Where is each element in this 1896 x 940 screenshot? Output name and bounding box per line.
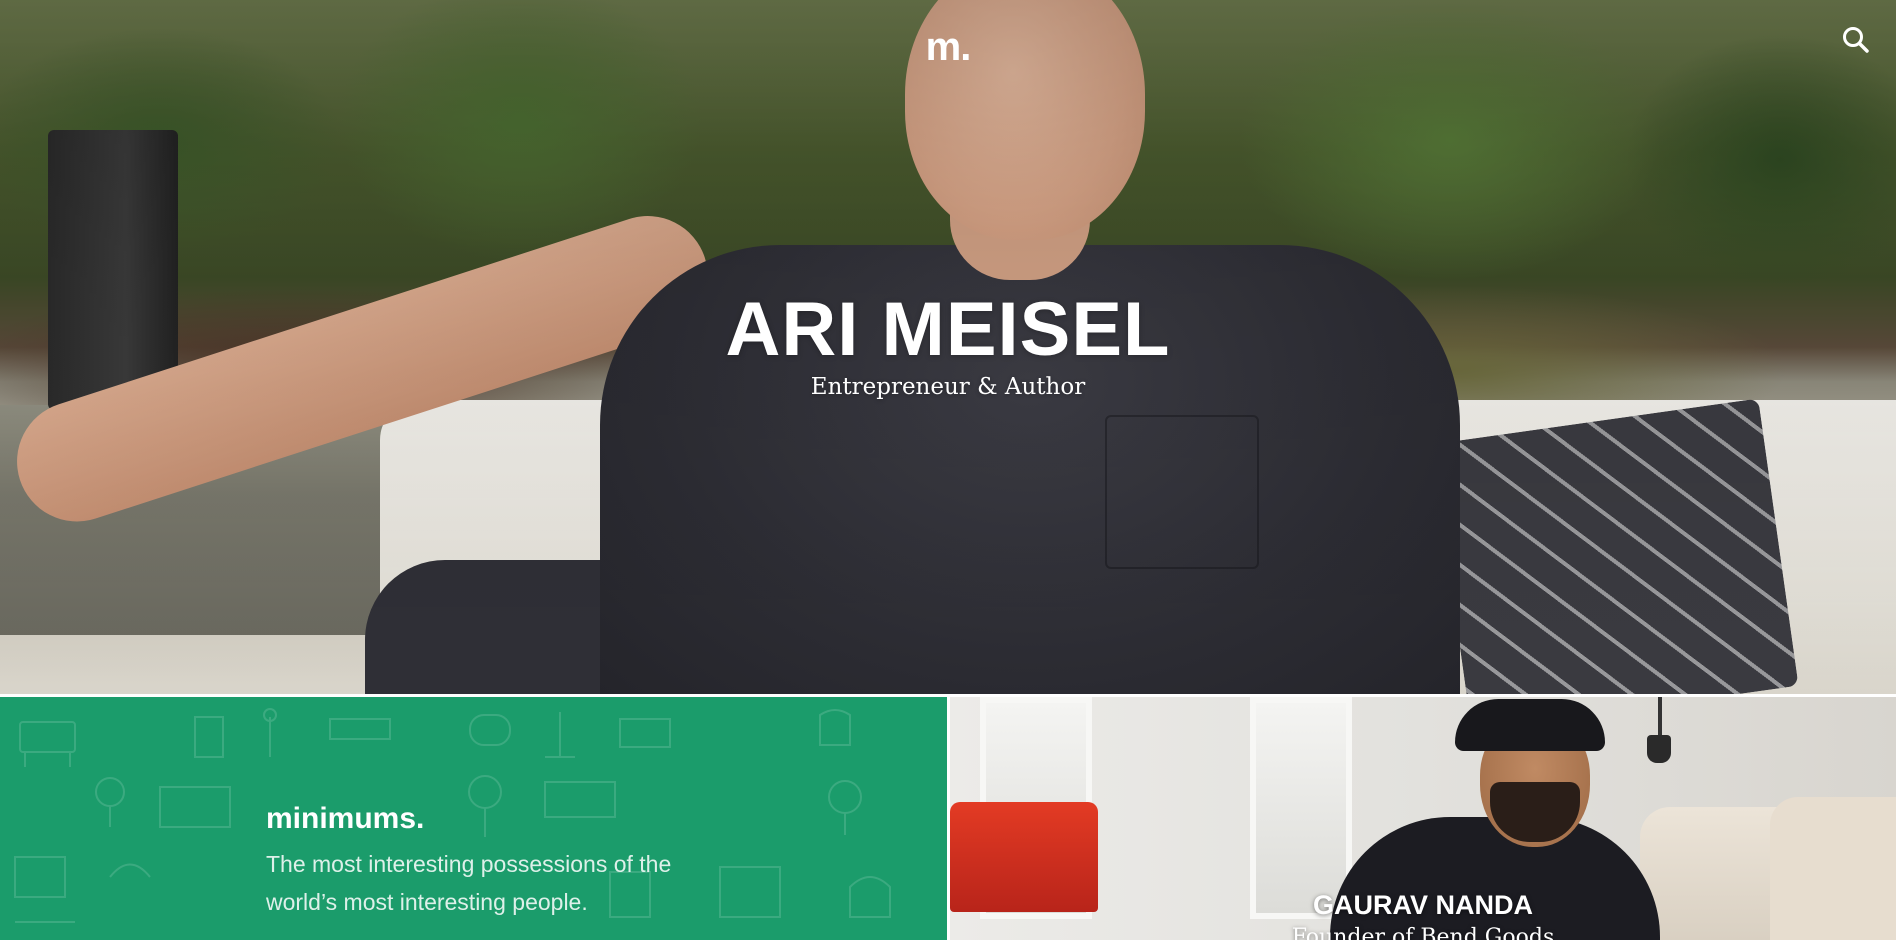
- feature-photo-lamp: [1647, 735, 1671, 763]
- feature-photo-window-mid: [1250, 697, 1352, 919]
- search-icon: [1843, 27, 1869, 53]
- featured-person-name: GAURAV NANDA: [1313, 890, 1533, 920]
- hero-banner[interactable]: m. ARI MEISEL Entrepreneur & Author: [0, 0, 1896, 694]
- hero-subtitle: Entrepreneur & Author: [810, 374, 1086, 400]
- feature-photo-person-cap: [1455, 699, 1605, 751]
- featured-person-role: Founder of Bend Goods: [1291, 925, 1555, 940]
- brand-tagline: The most interesting possessions of the …: [266, 851, 672, 915]
- search-button[interactable]: [1840, 24, 1872, 56]
- brand-panel: minimums. The most interesting possessio…: [0, 697, 947, 940]
- site-logo[interactable]: m.: [916, 22, 980, 72]
- hero-title: ARI MEISEL: [725, 287, 1171, 372]
- featured-person-card[interactable]: GAURAV NANDA Founder of Bend Goods: [950, 697, 1896, 940]
- brand-name: minimums.: [266, 802, 425, 835]
- feature-photo-lamp-cord: [1658, 697, 1662, 737]
- feature-photo-person-body: [1330, 817, 1660, 940]
